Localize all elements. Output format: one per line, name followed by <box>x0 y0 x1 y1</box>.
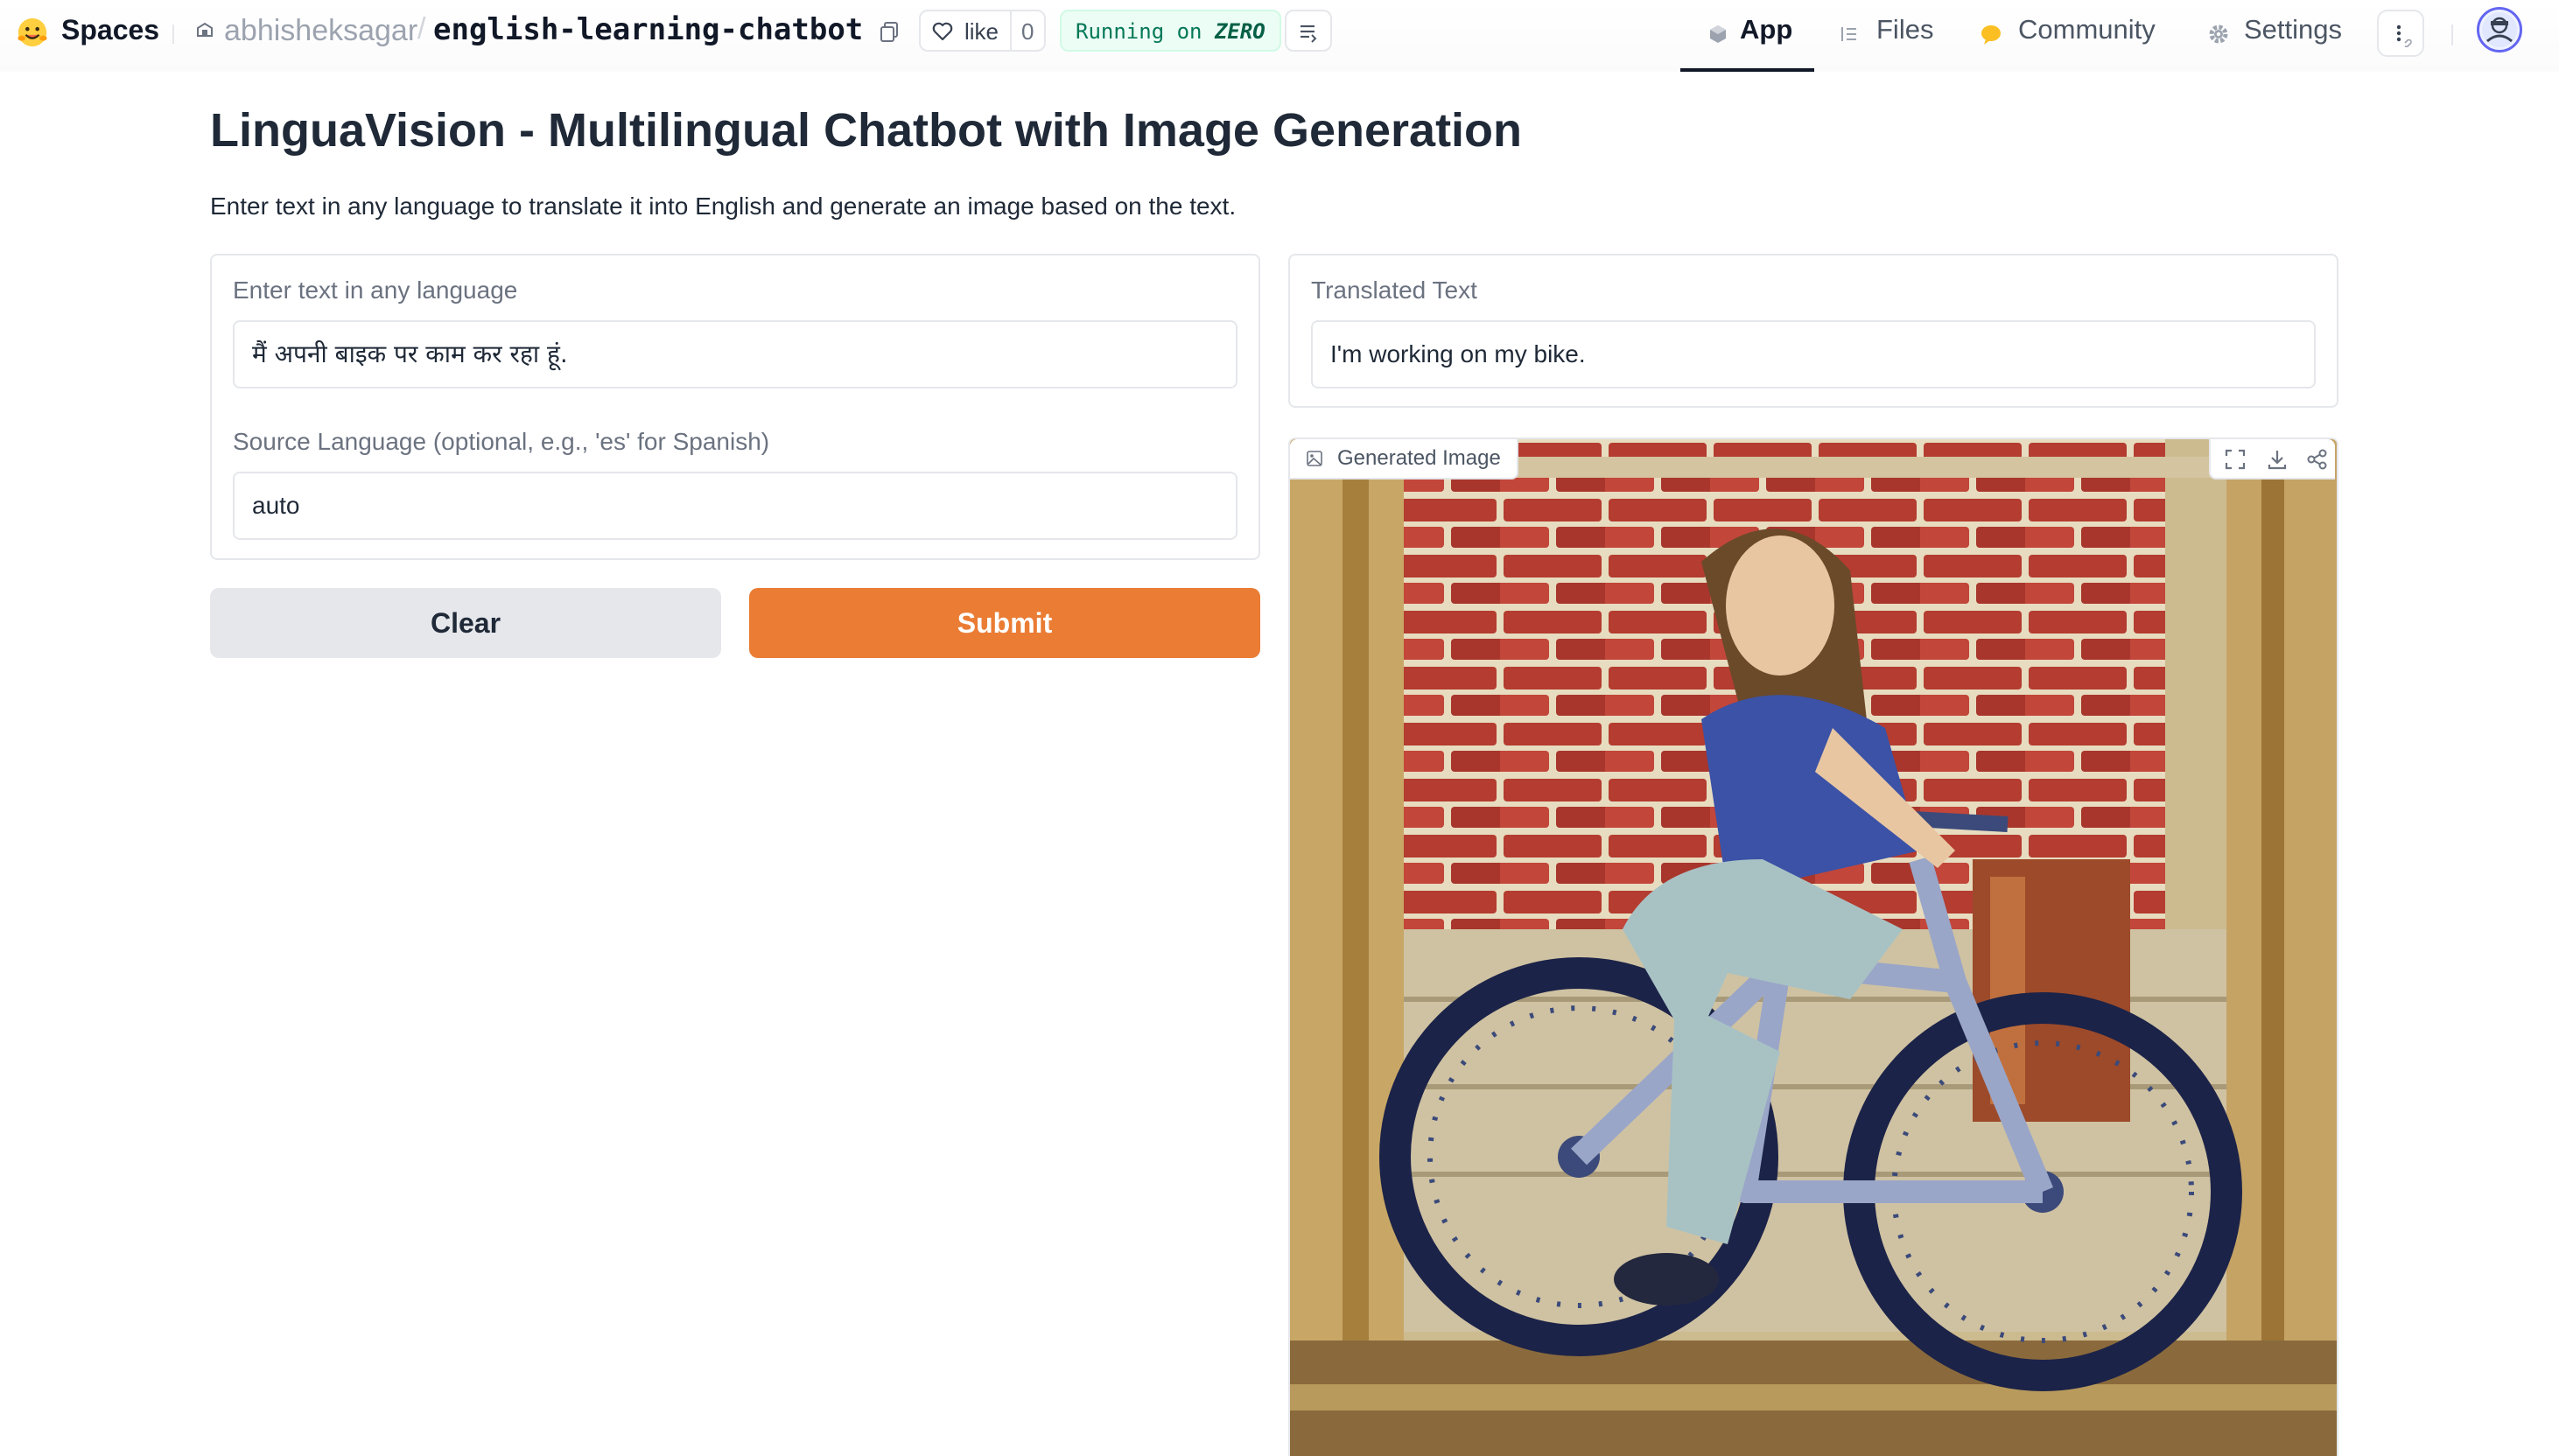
download-icon[interactable] <box>2265 447 2289 472</box>
fullscreen-icon[interactable] <box>2223 447 2247 472</box>
tab-settings[interactable]: Settings <box>2207 0 2356 72</box>
tab-settings-label: Settings <box>2244 14 2343 45</box>
like-count: 0 <box>1021 18 1034 45</box>
tab-files[interactable]: Files <box>1838 0 1952 72</box>
divider <box>172 24 174 44</box>
generated-image-title: Generated Image <box>1337 446 1501 470</box>
tab-app[interactable]: App <box>1680 0 1814 72</box>
hugging-face-logo-icon[interactable] <box>16 16 49 49</box>
community-icon <box>1981 25 2001 45</box>
like-button[interactable]: like 0 <box>919 10 1046 52</box>
running-status-badge[interactable]: Running on ZERO <box>1060 10 1281 52</box>
user-avatar[interactable] <box>2477 7 2522 52</box>
source-language-label: Source Language (optional, e.g., 'es' fo… <box>233 428 770 455</box>
share-icon[interactable] <box>2305 447 2330 472</box>
generated-image[interactable] <box>1288 438 2338 1456</box>
page-description: Enter text in any language to translate … <box>210 192 1237 220</box>
kebab-menu-icon <box>2396 24 2412 47</box>
owner-link[interactable]: abhisheksagar <box>224 14 417 48</box>
tab-community-label: Community <box>2018 14 2156 45</box>
running-prefix: Running on <box>1076 19 1202 44</box>
submit-button[interactable]: Submit <box>749 588 1260 658</box>
generated-image-label: Generated Image <box>1290 439 1518 480</box>
heart-icon <box>932 22 953 41</box>
tab-app-label: App <box>1740 14 1793 45</box>
divider <box>2451 24 2453 46</box>
like-label: like <box>964 18 999 45</box>
tab-files-label: Files <box>1876 14 1934 45</box>
running-hardware: ZERO <box>1214 19 1265 44</box>
repo-name-link[interactable]: english-learning-chatbot <box>433 12 863 47</box>
path-separator: / <box>417 12 426 46</box>
like-count-divider <box>1010 11 1012 50</box>
copy-icon[interactable] <box>877 19 901 44</box>
text-input[interactable]: मैं अपनी बाइक पर काम कर रहा हूं. <box>233 320 1237 388</box>
generated-bike-illustration <box>1290 439 2337 1456</box>
text-input-label: Enter text in any language <box>233 276 518 304</box>
page-title: LinguaVision - Multilingual Chatbot with… <box>210 104 1523 157</box>
source-language-input[interactable]: auto <box>233 472 1237 540</box>
files-icon <box>1841 27 1856 41</box>
clear-button[interactable]: Clear <box>210 588 721 658</box>
gear-icon <box>2209 24 2228 44</box>
cube-icon <box>1710 25 1726 43</box>
more-options-button[interactable] <box>2377 10 2424 57</box>
image-toolbar <box>2209 439 2335 480</box>
image-icon <box>1307 451 1322 466</box>
spaces-brand-link[interactable]: Spaces <box>61 14 159 46</box>
avatar-image-icon <box>2482 12 2517 47</box>
organization-icon <box>197 22 213 37</box>
translated-text-label: Translated Text <box>1311 276 1477 304</box>
list-icon <box>1301 24 1317 43</box>
tab-community[interactable]: Community <box>1980 0 2163 72</box>
translated-text-output[interactable]: I'm working on my bike. <box>1311 320 2316 388</box>
logs-menu-button[interactable] <box>1285 10 1332 52</box>
